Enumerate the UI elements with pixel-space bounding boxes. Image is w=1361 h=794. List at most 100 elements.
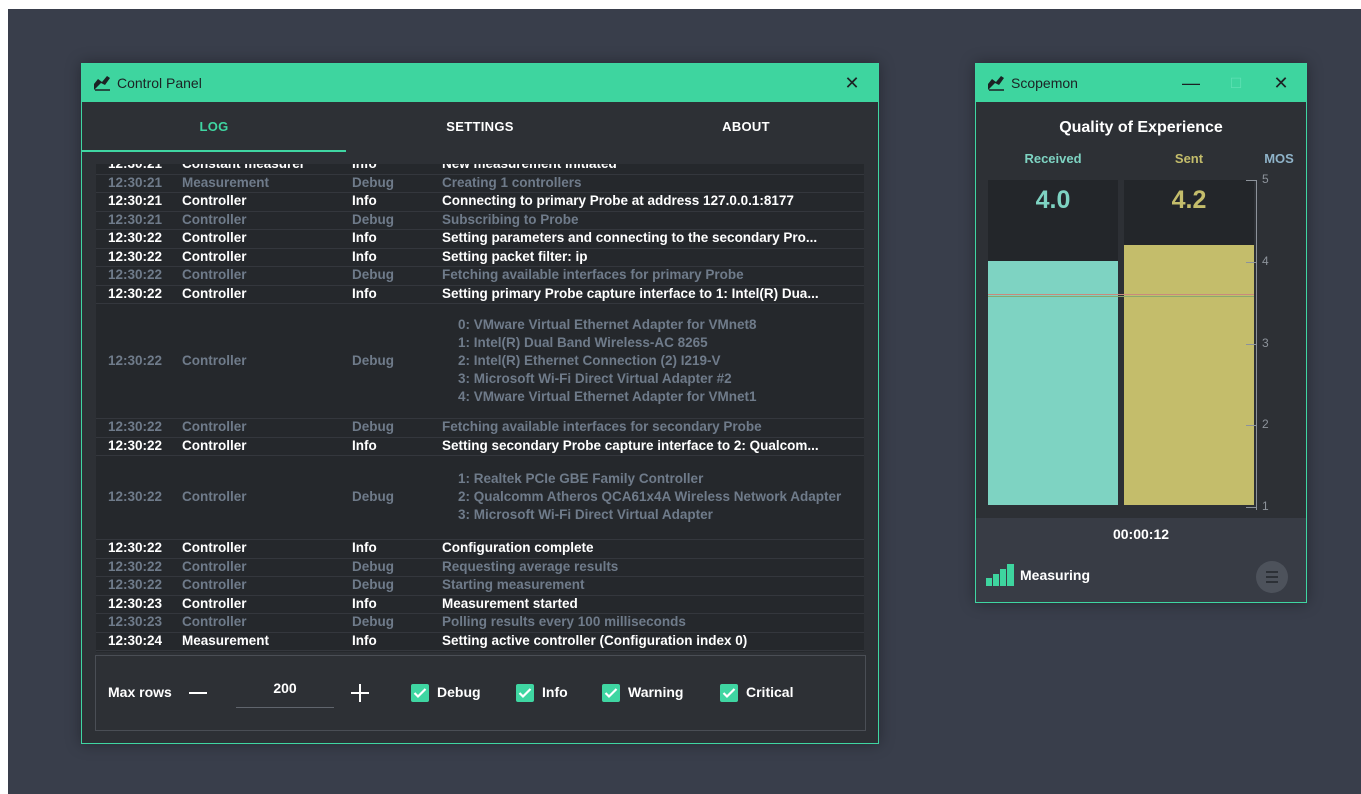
minimize-button[interactable]: —	[1166, 64, 1216, 102]
log-message-lines: 0: VMware Virtual Ethernet Adapter for V…	[458, 316, 864, 406]
log-source: Controller	[182, 614, 247, 629]
log-source: Controller	[182, 489, 247, 504]
received-bar-container: 4.0	[988, 180, 1118, 505]
log-source: Controller	[182, 353, 247, 368]
log-row[interactable]: 12:30:22 Controller Info Setting parameters…	[96, 229, 864, 249]
maximize-button[interactable]: ☐	[1216, 64, 1256, 102]
log-time: 12:30:21	[108, 193, 163, 208]
axis-tick-label: 5	[1262, 172, 1269, 186]
log-message: Setting active controller (Configuration…	[442, 632, 748, 648]
signal-bars-icon	[986, 564, 1014, 591]
info-checkbox[interactable]	[516, 684, 534, 702]
log-row[interactable]: 12:30:24 Measurement Info Setting active co…	[96, 632, 864, 651]
tab-about[interactable]: ABOUT	[614, 102, 878, 152]
info-filter-label: Info	[542, 684, 568, 700]
axis-tick	[1246, 261, 1256, 263]
log-level: Debug	[352, 489, 394, 504]
log-source: Measurement	[182, 632, 270, 648]
log-time: 12:30:23	[108, 614, 163, 629]
log-source: Controller	[182, 419, 247, 434]
log-message: Creating 1 controllers	[442, 174, 582, 190]
close-button[interactable]: ✕	[1256, 64, 1306, 102]
critical-checkbox[interactable]	[720, 684, 738, 702]
max-rows-input[interactable]: 200	[236, 680, 334, 696]
log-level: Info	[352, 193, 377, 208]
log-row[interactable]: 12:30:22 Controller Debug Starting measurem…	[96, 576, 864, 596]
log-level: Info	[352, 437, 377, 453]
log-level: Debug	[352, 614, 394, 629]
warning-checkbox[interactable]	[602, 684, 620, 702]
log-time: 12:30:24	[108, 632, 163, 648]
log-row[interactable]: 12:30:22 Controller Info Setting packet fil…	[96, 248, 864, 267]
app-logo-icon	[93, 75, 111, 91]
debug-checkbox[interactable]	[411, 684, 429, 702]
scopemon-titlebar[interactable]: Scopemon — ☐ ✕	[976, 64, 1306, 102]
decrement-button[interactable]	[189, 692, 207, 694]
log-message: Fetching available interfaces for second…	[442, 419, 762, 434]
log-time: 12:30:21	[108, 164, 162, 174]
measuring-status: Measuring	[1020, 567, 1091, 583]
warning-filter-label: Warning	[628, 684, 684, 700]
log-level: Debug	[352, 558, 394, 574]
log-list[interactable]: 12:30:21 Constant measurer Info New measure…	[96, 164, 864, 652]
tab-settings[interactable]: SETTINGS	[346, 102, 614, 152]
log-level: Info	[352, 540, 377, 555]
log-source: Controller	[182, 558, 247, 574]
log-row[interactable]: 12:30:22 Controller Debug Fetching availabl…	[96, 266, 864, 286]
log-time: 12:30:22	[108, 267, 163, 282]
log-message: Polling results every 100 milliseconds	[442, 614, 686, 629]
log-source: Constant measurer	[182, 164, 305, 174]
log-level: Info	[352, 164, 377, 174]
log-message: Subscribing to Probe	[442, 211, 579, 227]
log-time: 12:30:22	[108, 437, 163, 453]
log-message: New measurement initiated	[442, 164, 862, 174]
scopemon-window[interactable]: Scopemon — ☐ ✕ Quality of Experience Rec…	[975, 63, 1307, 603]
log-time: 12:30:22	[108, 285, 163, 301]
axis-tick	[1246, 507, 1256, 508]
log-level: Debug	[352, 267, 394, 282]
log-message: Starting measurement	[442, 577, 585, 592]
log-row[interactable]: 12:30:21 Measurement Debug Creating 1 contr…	[96, 174, 864, 193]
log-level: Debug	[352, 419, 394, 434]
sent-value: 4.2	[1171, 186, 1207, 214]
close-button[interactable]: ✕	[826, 64, 878, 102]
control-panel-titlebar[interactable]: Control Panel ✕	[82, 64, 878, 102]
log-time: 12:30:22	[108, 248, 163, 264]
log-row[interactable]: 12:30:22 Controller Debug Requesting averag…	[96, 558, 864, 577]
tab-bar: LOG SETTINGS ABOUT	[82, 102, 878, 154]
mos-axis-label: MOS	[1264, 151, 1294, 166]
log-source: Controller	[182, 267, 247, 282]
log-row[interactable]: 12:30:22 Controller Debug Fetching availabl…	[96, 418, 864, 438]
log-message-line: 0: VMware Virtual Ethernet Adapter for V…	[458, 316, 757, 332]
log-row[interactable]: 12:30:22 Controller Info Configuration comp…	[96, 539, 864, 559]
log-time: 12:30:22	[108, 577, 163, 592]
control-panel-window[interactable]: Control Panel ✕ LOG SETTINGS ABOUT 12:30…	[81, 63, 879, 744]
log-row[interactable]: 12:30:22 Controller Info Setting secondary …	[96, 437, 864, 456]
log-row[interactable]: 12:30:22 Controller Info Setting primary Pr…	[96, 285, 864, 304]
axis-tick-label: 4	[1262, 253, 1269, 268]
tab-log[interactable]: LOG	[82, 102, 346, 152]
log-level: Debug	[352, 174, 394, 190]
log-source: Controller	[182, 211, 247, 227]
elapsed-timer: 00:00:12	[1112, 526, 1170, 542]
axis-tick	[1246, 180, 1256, 181]
log-row[interactable]: 12:30:22 Controller Debug 0: VMware Virtual…	[96, 303, 864, 419]
menu-button[interactable]	[1256, 561, 1288, 593]
log-row[interactable]: 12:30:22 Controller Debug 1: Realtek PCIe G…	[96, 455, 864, 540]
log-time: 12:30:22	[108, 489, 163, 504]
log-row[interactable]: 12:30:23 Controller Debug Polling results e…	[96, 613, 864, 633]
log-message: Setting parameters and connecting to the…	[442, 230, 818, 245]
log-source: Controller	[182, 230, 247, 245]
log-message: Setting packet filter: ip	[442, 248, 588, 264]
log-level: Debug	[352, 577, 394, 592]
log-row[interactable]: 12:30:21 Controller Info Connecting to prim…	[96, 192, 864, 212]
log-source: Controller	[182, 540, 247, 555]
debug-filter-label: Debug	[437, 684, 481, 700]
axis-tick-label: 3	[1262, 335, 1269, 350]
log-message: Measurement started	[442, 595, 578, 611]
log-message-line: 4: VMware Virtual Ethernet Adapter for V…	[458, 388, 757, 404]
scopemon-title: Scopemon	[1011, 75, 1078, 91]
log-level: Debug	[352, 353, 394, 368]
log-row[interactable]: 12:30:21 Controller Debug Subscribing to Pr…	[96, 211, 864, 230]
log-row[interactable]: 12:30:23 Controller Info Measurement starte…	[96, 595, 864, 614]
